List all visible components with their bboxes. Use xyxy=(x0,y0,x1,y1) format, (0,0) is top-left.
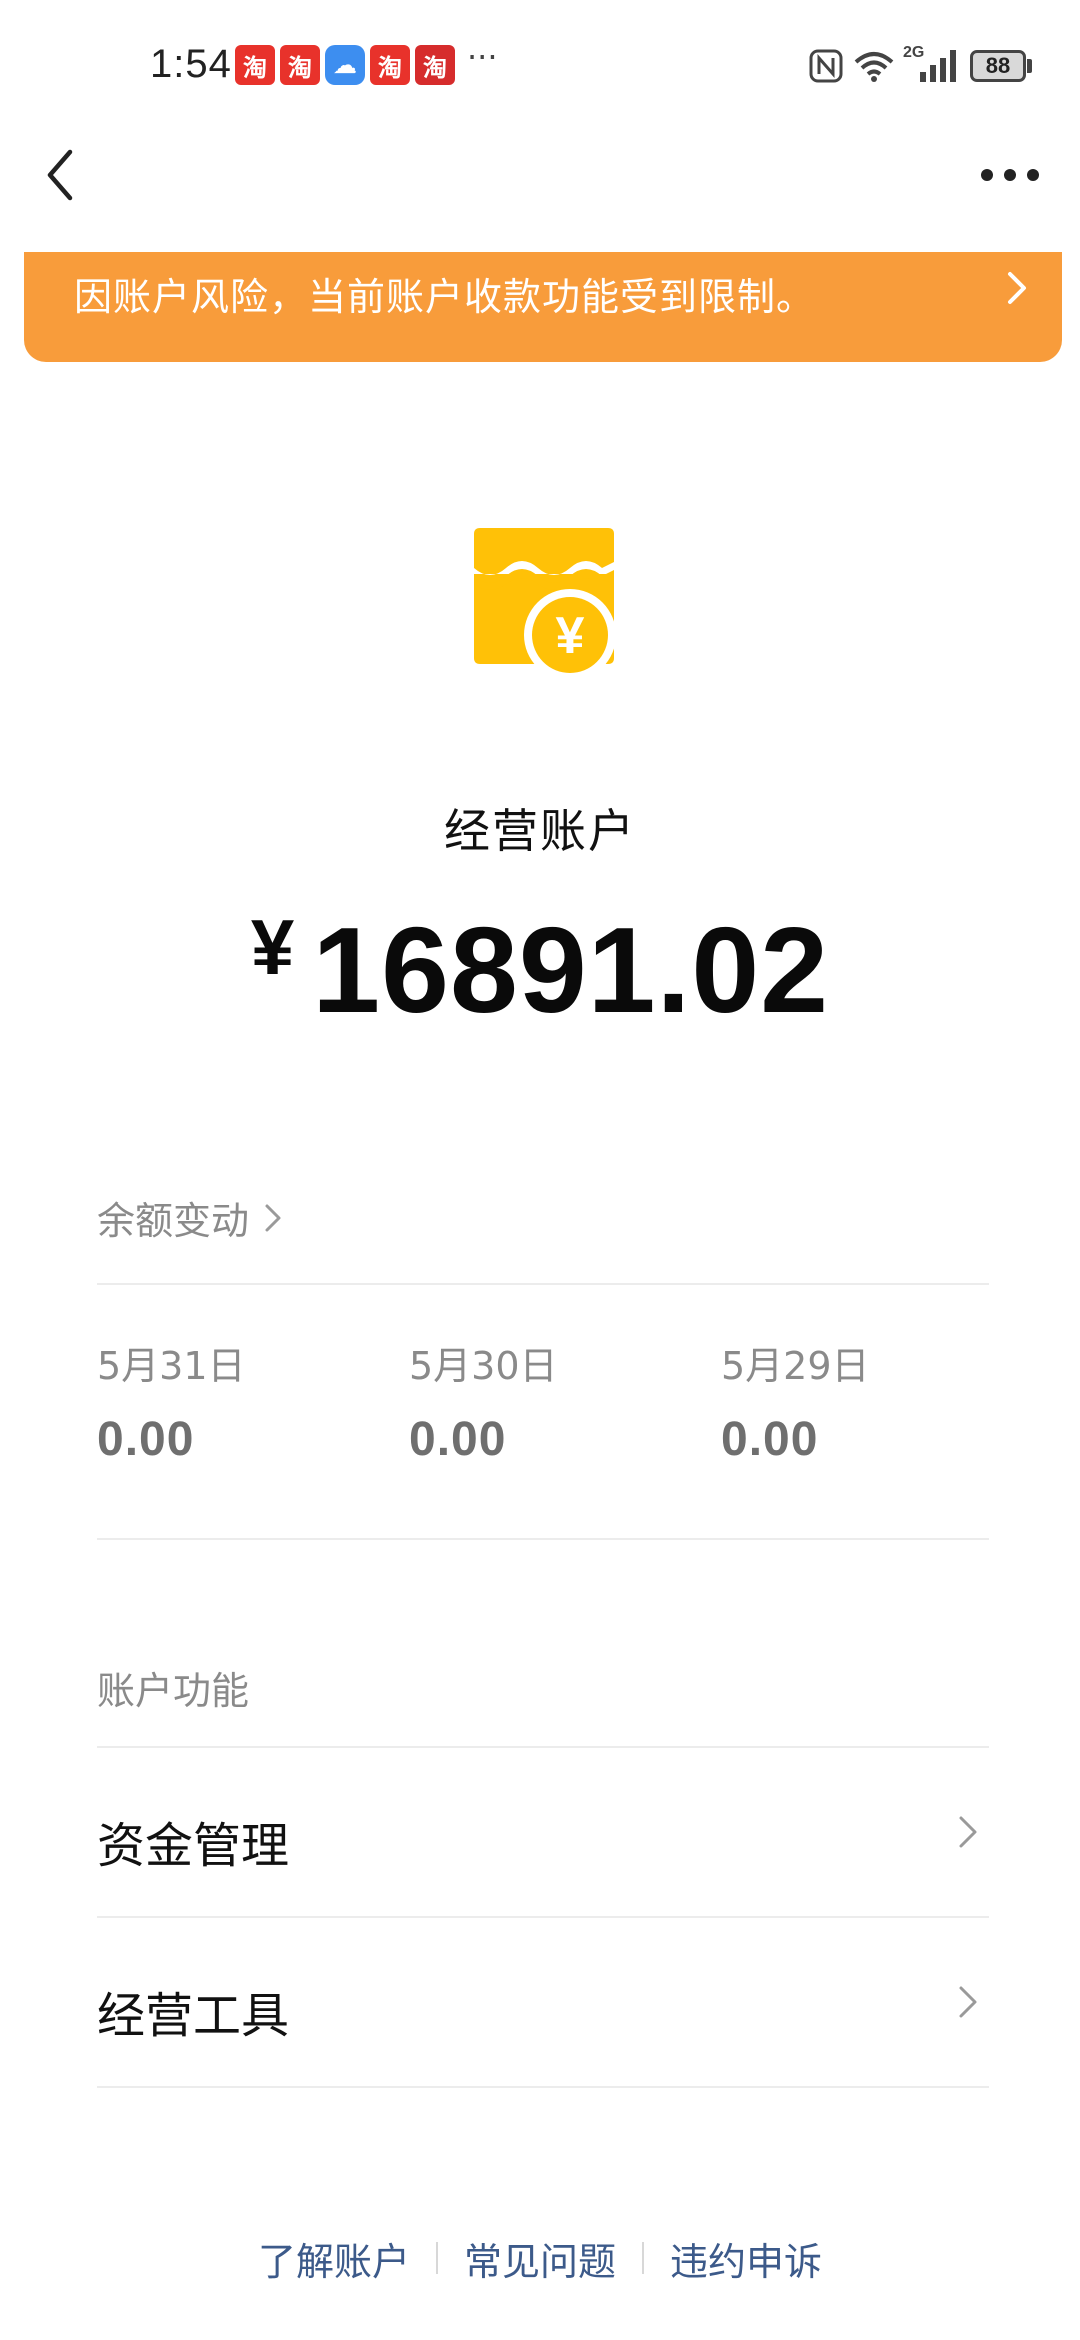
day-date: 5月31日 xyxy=(97,1344,246,1388)
balance-changes-label: 余额变动 xyxy=(97,1199,250,1243)
cloud-app-icon: ☁ xyxy=(325,45,365,85)
svg-text:¥: ¥ xyxy=(556,607,585,665)
chevron-right-icon xyxy=(959,1816,977,1848)
violation-appeal-link[interactable]: 违约申诉 xyxy=(644,2231,848,2286)
more-options-button[interactable] xyxy=(975,150,1045,200)
balance-amount: 16891.02 xyxy=(312,902,830,1038)
back-button[interactable] xyxy=(38,140,88,210)
status-time: 1:54 xyxy=(150,42,232,86)
feature-label: 经营工具 xyxy=(97,1988,290,2044)
daily-change-item: 5月30日 0.00 xyxy=(409,1335,709,1467)
feature-label: 资金管理 xyxy=(97,1818,290,1874)
day-value: 0.00 xyxy=(97,1413,195,1466)
account-risk-banner[interactable]: 因账户风险，当前账户收款功能受到限制。 xyxy=(24,252,1062,362)
taobao-icon: 淘 xyxy=(415,45,455,85)
footer-links: 了解账户 常见问题 违约申诉 xyxy=(0,2228,1080,2288)
day-date: 5月30日 xyxy=(409,1344,558,1388)
taobao-618-icon: 淘 xyxy=(370,45,410,85)
faq-link[interactable]: 常见问题 xyxy=(438,2231,642,2286)
fund-management-row[interactable]: 资金管理 xyxy=(97,1748,989,1916)
features-section-title: 账户功能 xyxy=(97,1669,250,1713)
account-title: 经营账户 xyxy=(444,804,636,858)
business-tools-row[interactable]: 经营工具 xyxy=(97,1918,989,2086)
balance-display: ¥16891.02 xyxy=(0,900,1080,1040)
divider xyxy=(97,2086,989,2088)
currency-symbol: ¥ xyxy=(250,903,295,991)
taobao-618-icon: 淘 xyxy=(280,45,320,85)
chevron-right-icon xyxy=(1008,272,1026,304)
battery-indicator: 88 xyxy=(970,50,1026,82)
wifi-icon xyxy=(854,52,894,82)
day-value: 0.00 xyxy=(409,1413,507,1466)
shop-icon: ¥ xyxy=(474,528,616,681)
more-dots-icon xyxy=(981,169,1039,181)
chevron-left-icon xyxy=(47,149,73,201)
divider xyxy=(97,1283,989,1285)
chevron-right-icon xyxy=(959,1986,977,2018)
daily-change-item: 5月29日 0.00 xyxy=(721,1335,1021,1467)
divider xyxy=(97,1538,989,1540)
daily-change-item: 5月31日 0.00 xyxy=(97,1335,397,1467)
more-notifications-icon: ··· xyxy=(467,38,498,76)
day-date: 5月29日 xyxy=(721,1344,870,1388)
chevron-right-icon xyxy=(265,1204,281,1231)
battery-tip xyxy=(1027,59,1032,73)
signal-icon xyxy=(920,50,956,82)
taobao-618-icon: 淘 xyxy=(235,45,275,85)
warning-text: 因账户风险，当前账户收款功能受到限制。 xyxy=(74,275,816,319)
status-bar: 1:54 淘 淘 ☁ 淘 淘 ··· 2G 88 xyxy=(0,0,1080,130)
about-account-link[interactable]: 了解账户 xyxy=(232,2231,436,2286)
nfc-icon xyxy=(809,49,843,83)
day-value: 0.00 xyxy=(721,1413,819,1466)
balance-changes-link[interactable]: 余额变动 xyxy=(97,1190,285,1245)
